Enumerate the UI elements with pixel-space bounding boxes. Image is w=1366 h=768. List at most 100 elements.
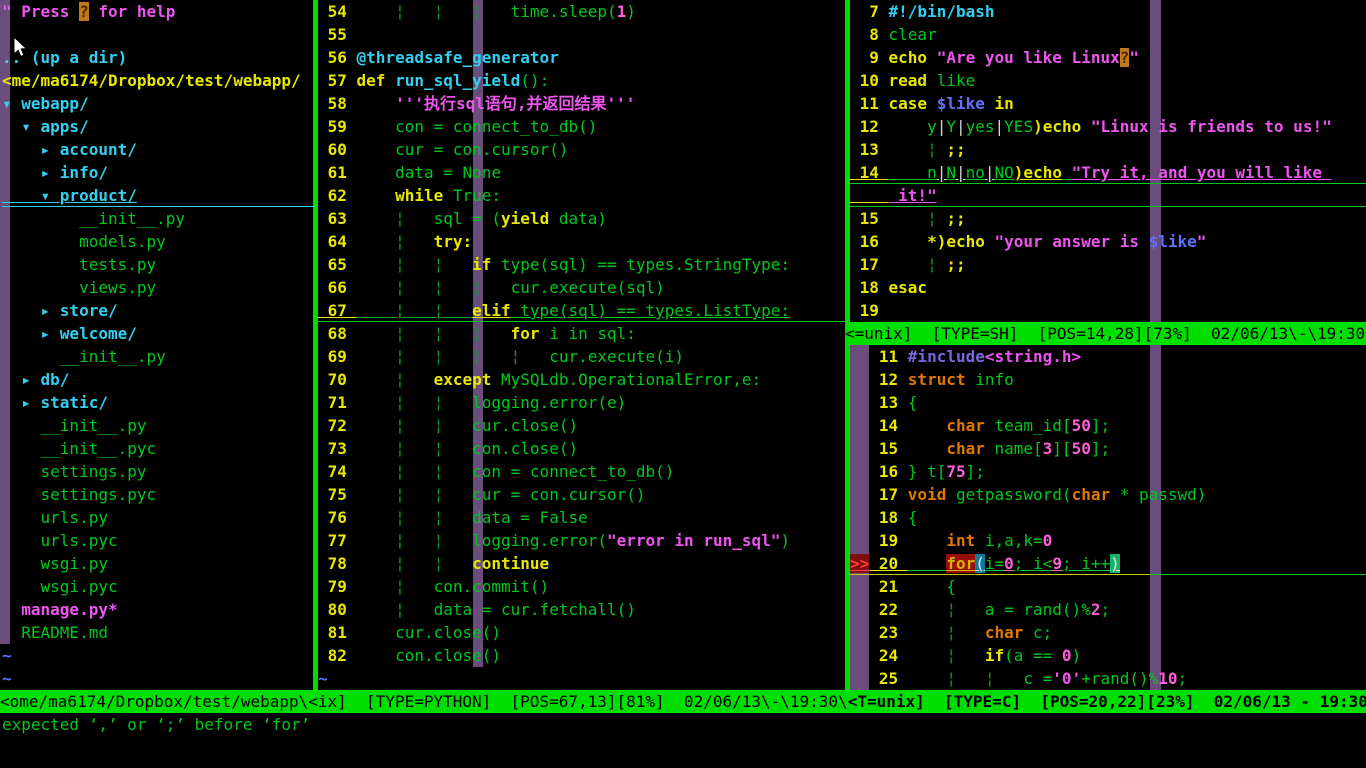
code-line[interactable]: 78 ¦ ¦ continue bbox=[318, 552, 845, 575]
code-line[interactable]: 61 data = None bbox=[318, 161, 845, 184]
python-editor-pane[interactable]: 54 ¦ ¦ ¦ time.sleep(1) 55 56 @threadsafe… bbox=[318, 0, 845, 690]
tree-item[interactable]: views.py bbox=[2, 276, 315, 299]
code-line[interactable]: 69 ¦ ¦ ¦ ¦ cur.execute(i) bbox=[318, 345, 845, 368]
code-line[interactable]: 14 n|N|no|NO)echo "Try it, and you will … bbox=[850, 161, 1366, 184]
code-line[interactable]: it!" bbox=[850, 184, 1366, 207]
code-line[interactable]: 15 char name[3][50]; bbox=[850, 437, 1366, 460]
nerdtree-pane[interactable]: " Press ? for help .. (up a dir) <me/ma617… bbox=[0, 0, 315, 690]
code-line[interactable]: 8 clear bbox=[850, 23, 1366, 46]
tree-item[interactable]: ▾ webapp/ bbox=[2, 92, 315, 115]
code-line[interactable]: 15 ¦ ;; bbox=[850, 207, 1366, 230]
code-line[interactable]: 71 ¦ ¦ logging.error(e) bbox=[318, 391, 845, 414]
code-line[interactable]: 18 esac bbox=[850, 276, 1366, 299]
code-line[interactable]: 73 ¦ ¦ con.close() bbox=[318, 437, 845, 460]
line-number: 74 bbox=[318, 462, 357, 481]
code-line[interactable]: 16 } t[75]; bbox=[850, 460, 1366, 483]
code-line[interactable]: 56 @threadsafe_generator bbox=[318, 46, 845, 69]
sign-column-spacer bbox=[850, 669, 869, 688]
code-line[interactable]: 21 { bbox=[850, 575, 1366, 598]
code-line[interactable]: 64 ¦ try: bbox=[318, 230, 845, 253]
code-line[interactable]: 19 int i,a,k=0 bbox=[850, 529, 1366, 552]
code-line[interactable]: 14 char team_id[50]; bbox=[850, 414, 1366, 437]
tree-item[interactable]: wsgi.py bbox=[2, 552, 315, 575]
tree-item[interactable]: ▸ static/ bbox=[2, 391, 315, 414]
code-line[interactable]: 70 ¦ except MySQLdb.OperationalError,e: bbox=[318, 368, 845, 391]
tree-item[interactable]: urls.py bbox=[2, 506, 315, 529]
tree-item[interactable]: __init__.py bbox=[2, 414, 315, 437]
code-line[interactable]: 58 '''执行sql语句,并返回结果''' bbox=[318, 92, 845, 115]
code-line[interactable]: 12 y|Y|yes|YES)echo "Linux is friends to… bbox=[850, 115, 1366, 138]
code-line[interactable]: ~ bbox=[318, 667, 845, 690]
code-line[interactable]: 16 *)echo "your answer is $like" bbox=[850, 230, 1366, 253]
tree-item[interactable]: settings.pyc bbox=[2, 483, 315, 506]
code-line[interactable]: 25 ¦ ¦ c ='0'+rand()%10; bbox=[850, 667, 1366, 690]
tree-item[interactable]: settings.py bbox=[2, 460, 315, 483]
tree-item[interactable]: ~ bbox=[2, 667, 315, 690]
code-line[interactable]: 9 echo "Are you like Linux?" bbox=[850, 46, 1366, 69]
code-line[interactable]: 18 { bbox=[850, 506, 1366, 529]
code-line[interactable]: 12 struct info bbox=[850, 368, 1366, 391]
code-line[interactable]: 11 #include<string.h> bbox=[850, 345, 1366, 368]
code-line[interactable]: 66 ¦ ¦ ¦ cur.execute(sql) bbox=[318, 276, 845, 299]
code-line[interactable]: 80 ¦ data = cur.fetchall() bbox=[318, 598, 845, 621]
code-line[interactable]: 75 ¦ ¦ cur = con.cursor() bbox=[318, 483, 845, 506]
c-editor-pane[interactable]: 11 #include<string.h> 12 struct info 13 … bbox=[850, 345, 1366, 690]
code-line[interactable]: 76 ¦ ¦ data = False bbox=[318, 506, 845, 529]
tree-item[interactable]: __init__.pyc bbox=[2, 437, 315, 460]
tree-item[interactable]: <me/ma6174/Dropbox/test/webapp/ bbox=[2, 69, 315, 92]
code-line[interactable]: 81 cur.close() bbox=[318, 621, 845, 644]
tree-item[interactable]: .. (up a dir) bbox=[2, 46, 315, 69]
tree-item[interactable]: __init__.py bbox=[2, 345, 315, 368]
code-token: urls.pyc bbox=[2, 531, 118, 550]
code-line[interactable]: 23 ¦ char c; bbox=[850, 621, 1366, 644]
code-token: while bbox=[395, 186, 444, 205]
code-line[interactable]: 13 ¦ ;; bbox=[850, 138, 1366, 161]
code-line[interactable]: 19 bbox=[850, 299, 1366, 322]
code-line[interactable]: 10 read like bbox=[850, 69, 1366, 92]
code-line[interactable]: 54 ¦ ¦ ¦ time.sleep(1) bbox=[318, 0, 845, 23]
tree-item[interactable]: ▸ welcome/ bbox=[2, 322, 315, 345]
tree-item[interactable]: ▸ db/ bbox=[2, 368, 315, 391]
code-line[interactable]: 74 ¦ ¦ con = connect_to_db() bbox=[318, 460, 845, 483]
code-line[interactable]: 62 while True: bbox=[318, 184, 845, 207]
code-line[interactable]: 67 ¦ ¦ elif type(sql) == types.ListType: bbox=[318, 299, 845, 322]
tree-item[interactable]: manage.py* bbox=[2, 598, 315, 621]
code-line[interactable]: 79 ¦ con.commit() bbox=[318, 575, 845, 598]
tree-item[interactable]: ▸ account/ bbox=[2, 138, 315, 161]
code-line[interactable]: 82 con.close() bbox=[318, 644, 845, 667]
tree-item[interactable]: ▾ apps/ bbox=[2, 115, 315, 138]
tree-item[interactable]: __init__.py bbox=[2, 207, 315, 230]
code-line[interactable]: 17 void getpassword(char * passwd) bbox=[850, 483, 1366, 506]
code-token: wsgi.py bbox=[2, 554, 108, 573]
code-line[interactable]: 24 ¦ if(a == 0) bbox=[850, 644, 1366, 667]
code-line[interactable]: 11 case $like in bbox=[850, 92, 1366, 115]
tree-item[interactable]: models.py bbox=[2, 230, 315, 253]
tree-item[interactable]: " Press ? for help bbox=[2, 0, 315, 23]
code-line[interactable]: 65 ¦ ¦ if type(sql) == types.StringType: bbox=[318, 253, 845, 276]
tree-item[interactable]: ▸ store/ bbox=[2, 299, 315, 322]
code-line[interactable]: 77 ¦ ¦ logging.error("error in run_sql") bbox=[318, 529, 845, 552]
tree-item[interactable]: ▾ product/ bbox=[2, 184, 315, 207]
code-token: "Try it, and you will like bbox=[1071, 163, 1332, 182]
tree-item[interactable]: tests.py bbox=[2, 253, 315, 276]
tree-item[interactable] bbox=[2, 23, 315, 46]
code-line[interactable]: 17 ¦ ;; bbox=[850, 253, 1366, 276]
code-line[interactable]: 60 cur = con.cursor() bbox=[318, 138, 845, 161]
code-line[interactable]: 57 def run_sql_yield(): bbox=[318, 69, 845, 92]
tree-item[interactable]: urls.pyc bbox=[2, 529, 315, 552]
code-line[interactable]: 63 ¦ sql = (yield data) bbox=[318, 207, 845, 230]
shell-editor-pane[interactable]: 7 #!/bin/bash 8 clear 9 echo "Are you li… bbox=[850, 0, 1366, 322]
code-line[interactable]: 72 ¦ ¦ cur.close() bbox=[318, 414, 845, 437]
code-line[interactable]: 68 ¦ ¦ ¦ for i in sql: bbox=[318, 322, 845, 345]
code-line[interactable]: 22 ¦ a = rand()%2; bbox=[850, 598, 1366, 621]
code-line[interactable]: 59 con = connect_to_db() bbox=[318, 115, 845, 138]
tree-item[interactable]: ▸ info/ bbox=[2, 161, 315, 184]
tree-item[interactable]: ~ bbox=[2, 644, 315, 667]
code-line[interactable]: 55 bbox=[318, 23, 845, 46]
tree-item[interactable]: wsgi.pyc bbox=[2, 575, 315, 598]
code-line[interactable]: >> 20 for(i=0; i<9; i++) bbox=[850, 552, 1366, 575]
code-line[interactable]: 13 { bbox=[850, 391, 1366, 414]
code-line[interactable]: 7 #!/bin/bash bbox=[850, 0, 1366, 23]
tree-item[interactable]: README.md bbox=[2, 621, 315, 644]
